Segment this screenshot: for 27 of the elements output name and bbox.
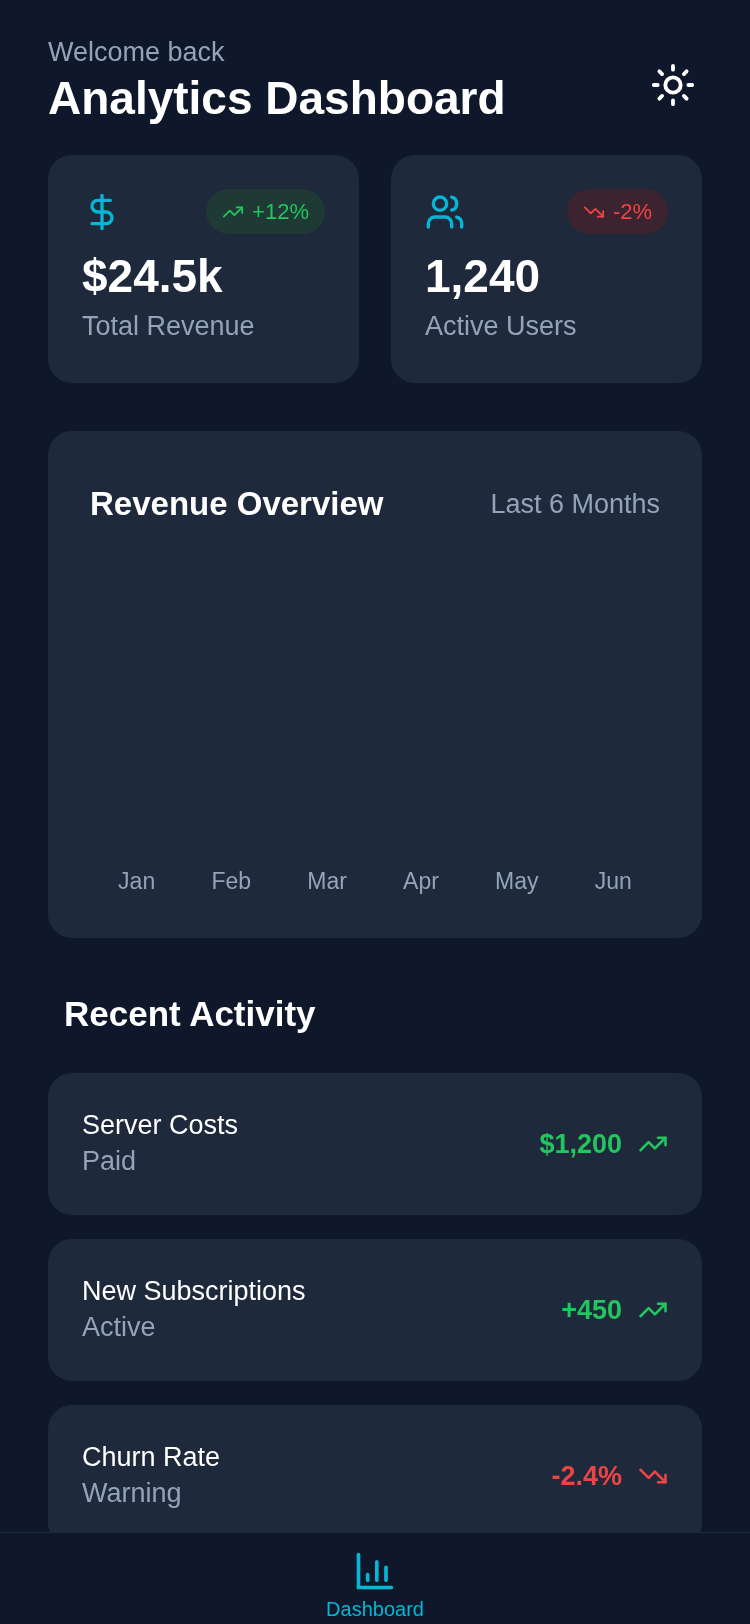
activity-amount: $1,200 — [539, 1127, 622, 1161]
page-title: Analytics Dashboard — [48, 70, 506, 126]
activity-status: Warning — [82, 1476, 183, 1510]
activity-amount: -2.4% — [551, 1459, 622, 1493]
activity-amount: +450 — [561, 1293, 622, 1327]
activity-status: Active — [82, 1310, 157, 1344]
month-label: May — [495, 866, 539, 896]
chart-title: Revenue Overview — [90, 484, 384, 525]
month-label: Apr — [403, 866, 439, 896]
change-text: +12% — [252, 198, 309, 227]
activity-name: New Subscriptions — [82, 1275, 306, 1308]
stat-label: Active Users — [425, 309, 578, 343]
stat-value: 1,240 — [425, 249, 542, 305]
month-label: Feb — [211, 866, 252, 896]
month-label: Jun — [594, 866, 632, 896]
tab-button[interactable]: Dashboard — [326, 1549, 424, 1622]
greeting: Welcome back — [48, 36, 226, 69]
section-title: Recent Activity — [64, 994, 316, 1034]
change-text: -2% — [612, 198, 652, 227]
stat-label: Total Revenue — [82, 309, 256, 343]
stat-value: $24.5k — [82, 249, 224, 305]
activity-name: Churn Rate — [82, 1441, 221, 1474]
month-label: Jan — [118, 866, 156, 896]
month-label: Mar — [307, 866, 347, 896]
period-label: Last 6 Months — [490, 487, 660, 521]
activity-name: Server Costs — [82, 1109, 239, 1142]
activity-status: Paid — [82, 1144, 138, 1178]
